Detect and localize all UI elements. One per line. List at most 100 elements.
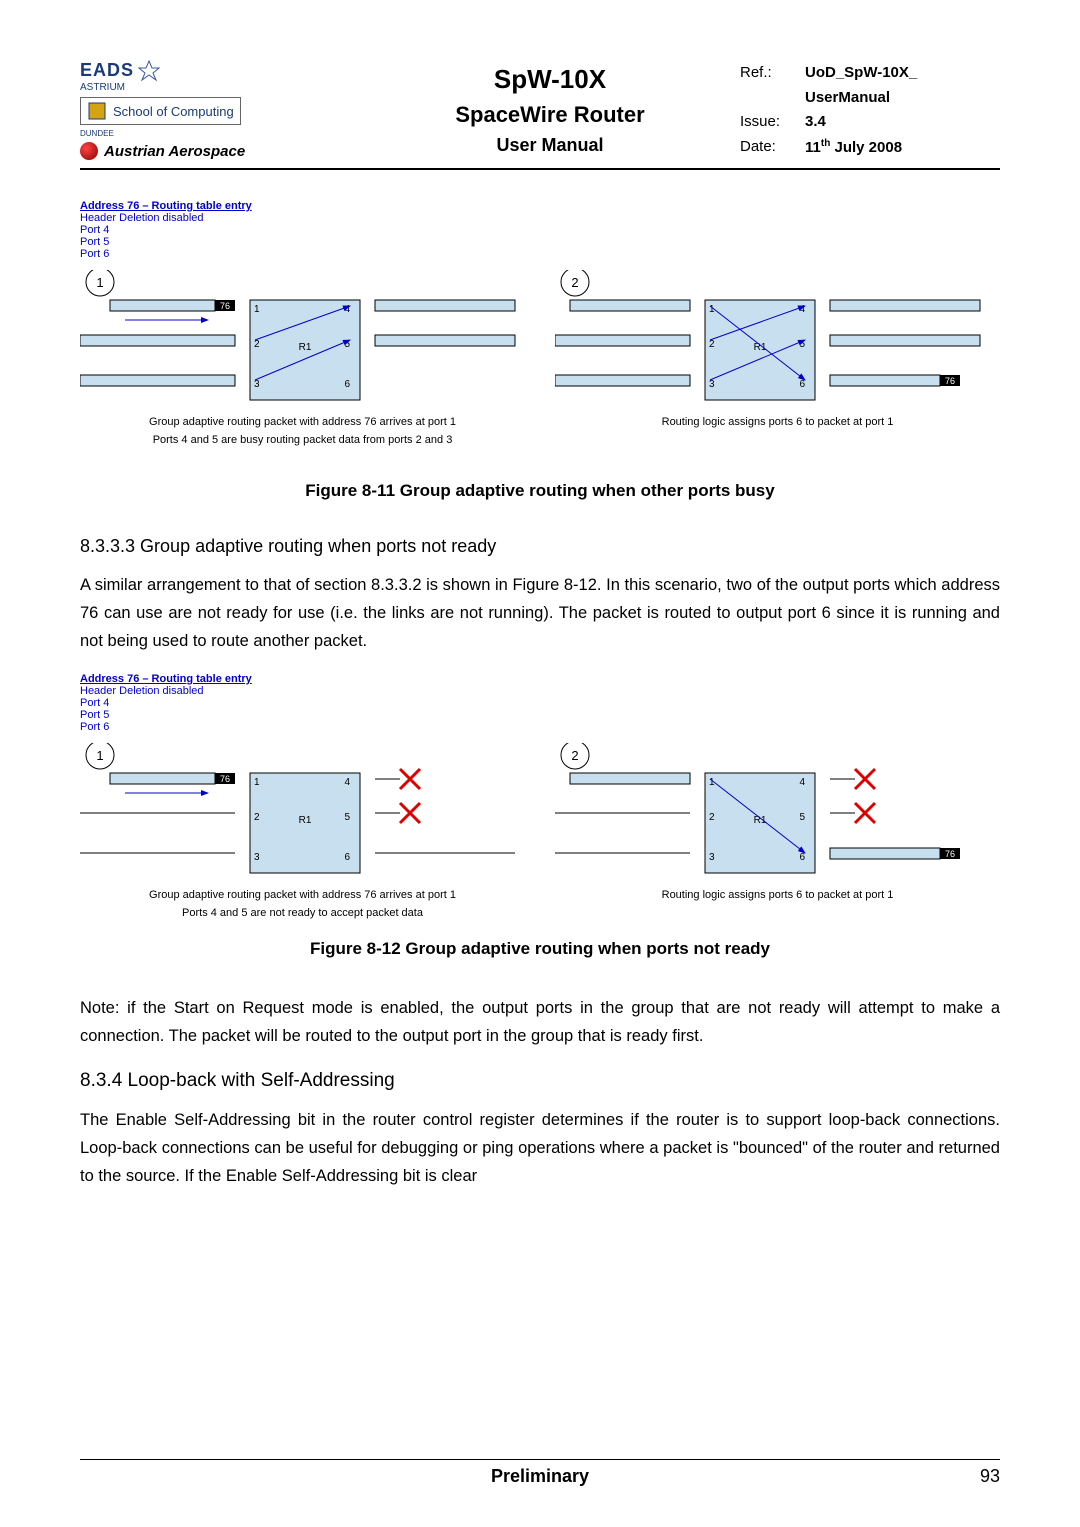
austrian-text: Austrian Aerospace [104,143,245,160]
figure-8-11-title: Figure 8-11 Group adaptive routing when … [80,481,1000,501]
svg-text:5: 5 [344,812,350,823]
fig2-cap1b: Ports 4 and 5 are not ready to accept pa… [80,907,525,919]
x-mark-icon [855,769,875,789]
addr-title-2: Address 76 – Routing table entry [80,673,1000,685]
page-footer: Preliminary 93 [80,1459,1000,1487]
fig2-cap2: Routing logic assigns ports 6 to packet … [555,889,1000,901]
footer-center: Preliminary [491,1466,589,1487]
step-2-label: 2 [571,275,578,290]
svg-text:5: 5 [799,812,805,823]
section-8333-para: A similar arrangement to that of section… [80,571,1000,655]
document-header: EADS ASTRIUM School of Computing DUNDEE … [80,60,1000,170]
date-value: 11th July 2008 [805,138,902,156]
figure-8-12: 1 1 2 3 4 5 6 R1 76 [80,743,1000,919]
meta-ref: Ref.: UoD_SpW-10X_ [740,64,1000,81]
addr-line: Port 6 [80,248,1000,260]
school-of-computing-box: School of Computing [80,97,241,125]
addr-line: Header Deletion disabled [80,212,1000,224]
svg-text:3: 3 [709,379,715,390]
ref-value: UoD_SpW-10X_ [805,64,917,81]
ref-label: Ref.: [740,64,805,81]
addr-line: Header Deletion disabled [80,685,1000,697]
doc-title: SpW-10X [360,64,740,95]
addr-title: Address 76 – Routing table entry [80,200,1000,212]
note-para: Note: if the Start on Request mode is en… [80,994,1000,1050]
step-1-label: 1 [96,275,103,290]
meta-column: Ref.: UoD_SpW-10X_ UserManual Issue: 3.4… [740,60,1000,160]
svg-text:2: 2 [254,339,260,350]
svg-text:6: 6 [799,379,805,390]
addr-line: Port 4 [80,224,1000,236]
logo-column: EADS ASTRIUM School of Computing DUNDEE … [80,60,360,160]
svg-text:1: 1 [254,304,260,315]
addr-line: Port 6 [80,721,1000,733]
section-8333-heading: 8.3.3.3 Group adaptive routing when port… [80,536,1000,557]
issue-value: 3.4 [805,113,826,130]
x-mark-icon [855,803,875,823]
meta-issue: Issue: 3.4 [740,113,1000,130]
svg-text:R1: R1 [754,342,767,353]
meta-date: Date: 11th July 2008 [740,138,1000,156]
section-834-heading: 8.3.4 Loop-back with Self-Addressing [80,1070,1000,1092]
fig1-cap2: Routing logic assigns ports 6 to packet … [555,416,1000,428]
svg-text:2: 2 [709,812,715,823]
date-label: Date: [740,138,805,156]
page-number: 93 [980,1466,1000,1487]
diagram-1-left: 1 1 2 3 4 5 6 R1 76 [80,270,520,410]
dundee-text: DUNDEE [80,129,360,138]
x-mark-icon [400,769,420,789]
issue-label: Issue: [740,113,805,130]
address-block-2: Address 76 – Routing table entry Header … [80,673,1000,733]
svg-text:R1: R1 [299,342,312,353]
doc-subtitle: SpaceWire Router [360,102,740,128]
addr-line: Port 5 [80,709,1000,721]
doc-subtitle2: User Manual [360,135,740,156]
svg-text:6: 6 [799,852,805,863]
svg-text:1: 1 [254,777,260,788]
x-mark-icon [400,803,420,823]
svg-text:2: 2 [571,748,578,763]
fig2-right: 2 1 2 3 4 5 6 R1 76 [555,743,1000,919]
austrian-aerospace-logo: Austrian Aerospace [80,142,360,160]
address-block-1: Address 76 – Routing table entry Header … [80,200,1000,260]
svg-text:R1: R1 [754,815,767,826]
svg-text:4: 4 [799,777,805,788]
addr-line: Port 5 [80,236,1000,248]
diagram-2-left: 1 1 2 3 4 5 6 R1 76 [80,743,520,883]
figure-8-11: 1 1 2 3 4 5 6 R1 76 Group adaptive routi… [80,270,1000,446]
svg-text:3: 3 [254,379,260,390]
fig1-cap1b: Ports 4 and 5 are busy routing packet da… [80,434,525,446]
svg-text:76: 76 [945,376,955,386]
svg-text:3: 3 [709,852,715,863]
svg-text:76: 76 [220,774,230,784]
fig1-right: 2 1 2 3 4 5 6 R1 76 Routing logic assign… [555,270,1000,446]
fig1-cap1a: Group adaptive routing packet with addre… [80,416,525,428]
title-column: SpW-10X SpaceWire Router User Manual [360,60,740,160]
svg-text:3: 3 [254,852,260,863]
eads-subtitle: ASTRIUM [80,82,360,93]
austrian-dot-icon [80,142,98,160]
fig2-left: 1 1 2 3 4 5 6 R1 76 [80,743,525,919]
svg-text:6: 6 [344,379,350,390]
section-834-para: The Enable Self-Addressing bit in the ro… [80,1106,1000,1190]
school-text: School of Computing [113,104,234,119]
diagram-1-right: 2 1 2 3 4 5 6 R1 76 [555,270,995,410]
svg-text:76: 76 [945,849,955,859]
svg-text:6: 6 [344,852,350,863]
fig2-cap1a: Group adaptive routing packet with addre… [80,889,525,901]
svg-text:1: 1 [96,748,103,763]
svg-text:76: 76 [220,301,230,311]
eads-logo-text: EADS [80,60,134,80]
svg-text:2: 2 [709,339,715,350]
figure-8-12-title: Figure 8-12 Group adaptive routing when … [80,939,1000,959]
crest-icon [87,101,107,121]
diagram-2-right: 2 1 2 3 4 5 6 R1 76 [555,743,995,883]
addr-line: Port 4 [80,697,1000,709]
eads-logo-block: EADS ASTRIUM [80,60,360,93]
meta-ref2: UserManual [740,89,1000,106]
eads-star-icon [138,60,160,82]
ref-value2: UserManual [805,89,890,106]
fig1-left: 1 1 2 3 4 5 6 R1 76 Group adaptive routi… [80,270,525,446]
svg-text:R1: R1 [299,815,312,826]
svg-text:4: 4 [344,777,350,788]
